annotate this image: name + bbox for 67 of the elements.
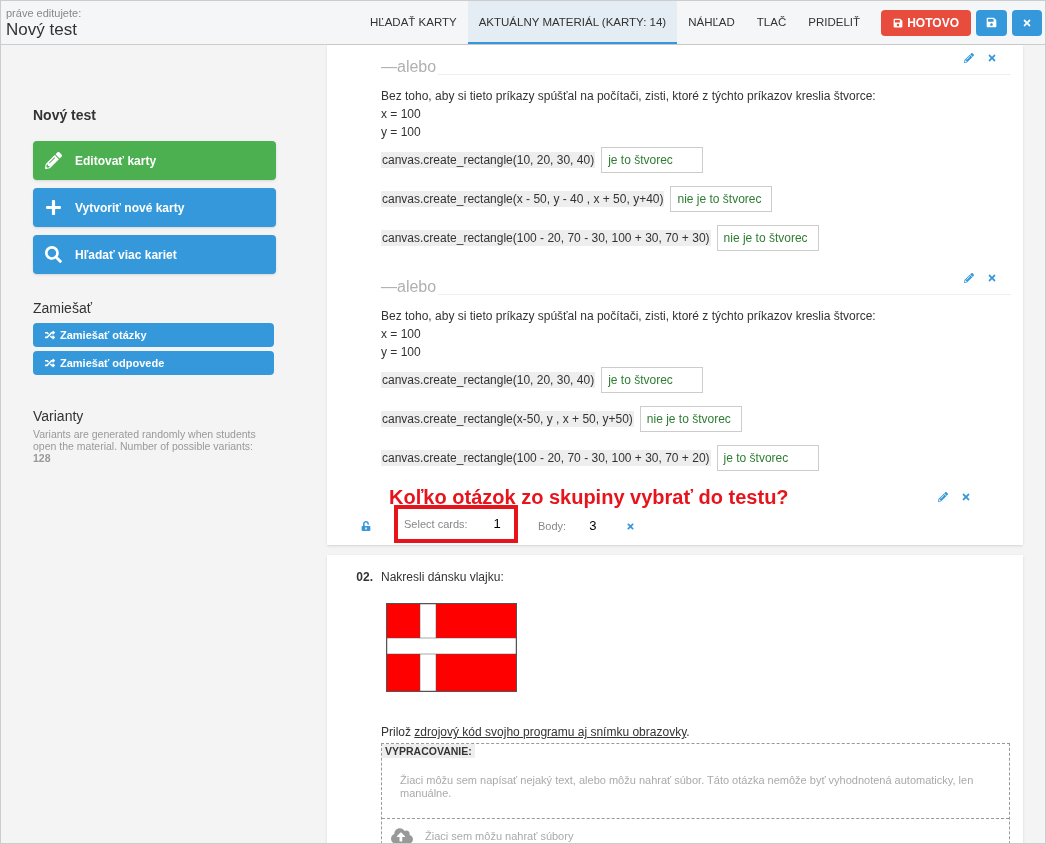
code-line: x = 100 — [381, 326, 422, 343]
nav-tab[interactable]: HĽADAŤ KARTY — [359, 1, 468, 44]
create-cards-button[interactable]: Vytvoriť nové karty — [33, 188, 276, 227]
sidebar-title: Nový test — [33, 106, 98, 124]
code-line: x = 100 — [381, 106, 422, 123]
points-label: Body: — [538, 518, 567, 534]
separator-label: —alebo — [381, 59, 439, 75]
code-snippet: canvas.create_rectangle(100 - 20, 70 - 30, 100 + 30, 70 + 30) — [381, 230, 711, 246]
edit-cards-button[interactable]: Editovať karty — [33, 141, 276, 180]
editing-label: práve editujete: — [6, 7, 83, 20]
code-snippet: canvas.create_rectangle(x-50, y , x + 50, y+50) — [381, 411, 634, 427]
code-snippet: canvas.create_rectangle(10, 20, 30, 40) — [381, 372, 596, 388]
question-prompt: Bez toho, aby si tieto príkazy spúšťal na počítači, zisti, ktoré z týchto príkazov kreslia štvorce: — [381, 88, 877, 105]
variants-heading: Varianty — [33, 407, 85, 425]
unlock-icon[interactable] — [361, 521, 371, 531]
delete-icon[interactable] — [987, 53, 997, 63]
delete-icon[interactable] — [987, 273, 997, 283]
edit-icon[interactable] — [964, 53, 974, 63]
code-line: y = 100 — [381, 344, 422, 361]
search-cards-button[interactable]: Hľadať viac kariet — [33, 235, 276, 274]
points-value[interactable]: 3 — [589, 516, 597, 536]
delete-icon[interactable] — [961, 492, 971, 502]
pencil-icon — [45, 152, 62, 169]
answer-field[interactable]: je to štvorec — [716, 445, 819, 471]
shuffle-heading: Zamiešať — [33, 299, 93, 317]
answer-field[interactable]: nie je to štvorec — [716, 225, 819, 251]
save-icon — [893, 17, 904, 28]
shuffle-button[interactable]: Zamiešať otázky — [33, 323, 274, 347]
nav-tab[interactable]: PRIDELIŤ — [797, 1, 871, 44]
edit-icon[interactable] — [938, 492, 948, 502]
upload-icon[interactable] — [391, 827, 413, 843]
code-line: y = 100 — [381, 124, 422, 141]
shuffle-icon — [45, 358, 55, 368]
answer-field[interactable]: je to štvorec — [601, 367, 704, 393]
question-prompt: Nakresli dánsku vlajku: — [381, 569, 504, 586]
answer-field[interactable]: nie je to štvorec — [670, 186, 773, 212]
shuffle-button[interactable]: Zamiešať odpovede — [33, 351, 274, 375]
edit-icon[interactable] — [964, 273, 974, 283]
separator-label: —alebo — [381, 279, 439, 295]
nav-tab[interactable]: TLAČ — [745, 1, 798, 44]
remove-icon[interactable] — [626, 521, 636, 531]
group-annotation: Koľko otázok zo skupiny vybrať do testu? — [389, 485, 789, 509]
answer-field[interactable]: je to štvorec — [601, 147, 704, 173]
nav-tab[interactable]: AKTUÁLNY MATERIÁL (KARTY: 14) — [467, 1, 678, 44]
shuffle-icon — [45, 330, 55, 340]
answer-area-label: VYPRACOVANIE: — [382, 744, 475, 758]
close-button[interactable] — [1012, 9, 1042, 36]
select-cards-value[interactable]: 1 — [493, 514, 501, 534]
close-icon — [1022, 17, 1032, 28]
question-number: 02. — [355, 569, 374, 586]
upload-hint: Žiaci sem môžu nahrať súbory — [425, 828, 574, 843]
code-snippet: canvas.create_rectangle(x - 50, y - 40 , x + 50, y+40) — [381, 191, 665, 207]
attachment-instruction: Prilož zdrojový kód svojho programu aj snímku obrazovky. — [380, 724, 691, 740]
code-snippet: canvas.create_rectangle(10, 20, 30, 40) — [381, 152, 596, 168]
test-title: Nový test — [6, 20, 78, 40]
select-cards-label: Select cards: — [404, 516, 468, 532]
code-snippet: canvas.create_rectangle(100 - 20, 70 - 30, 100 + 30, 70 + 20) — [381, 450, 711, 466]
save-button[interactable] — [976, 9, 1007, 36]
nav-tab[interactable]: NÁHĽAD — [677, 1, 746, 44]
question-prompt: Bez toho, aby si tieto príkazy spúšťal na počítači, zisti, ktoré z týchto príkazov kreslia štvorce: — [381, 308, 877, 325]
search-icon — [45, 246, 62, 263]
save-icon — [986, 17, 997, 28]
variants-description: Variants are generated randomly when students open the material. Number of possible variants: 128 — [33, 428, 257, 464]
done-button[interactable]: HOTOVO — [881, 9, 971, 36]
plus-icon — [45, 199, 62, 216]
answer-hint: Žiaci môžu sem napísať nejaký text, alebo môžu nahrať súbor. Táto otázka nemôže byť vyhodnotená automaticky, len manuálne. — [399, 773, 975, 801]
answer-field[interactable]: nie je to štvorec — [639, 406, 742, 432]
